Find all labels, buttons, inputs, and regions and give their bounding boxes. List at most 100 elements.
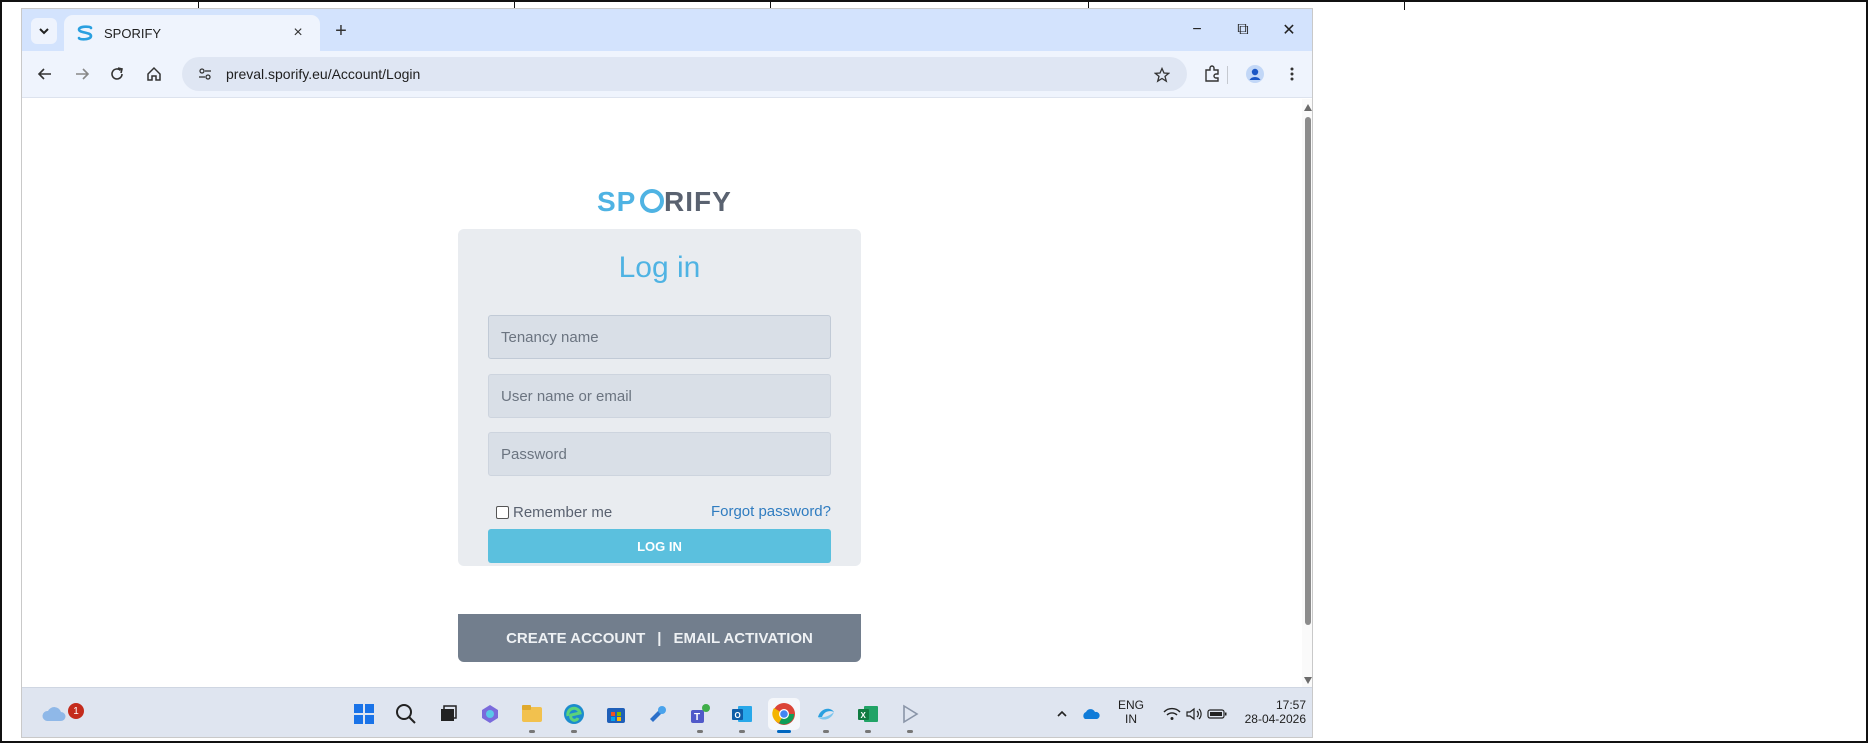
notification-badge: 1 <box>68 703 84 719</box>
running-indicator <box>571 730 577 733</box>
tab-sporify[interactable]: SPORIFY × <box>64 15 320 51</box>
search-button[interactable] <box>390 698 422 730</box>
password-input[interactable] <box>488 432 831 476</box>
table-divider <box>1404 2 1405 10</box>
weather-widget[interactable]: 1 <box>38 698 84 730</box>
login-card: Log in Remember me Forgot password? LOG … <box>458 229 861 566</box>
teams-icon: T <box>691 704 710 723</box>
chrome-app[interactable] <box>768 698 800 733</box>
browser-menu-button[interactable] <box>1277 59 1307 89</box>
task-view-button[interactable] <box>432 698 464 730</box>
svg-text:O: O <box>735 711 741 720</box>
active-indicator <box>777 730 791 733</box>
tool-app[interactable] <box>642 698 674 730</box>
forgot-password-link[interactable]: Forgot password? <box>711 503 831 520</box>
language-indicator[interactable]: ENG IN <box>1116 698 1146 726</box>
remember-me-checkbox[interactable]: Remember me <box>496 504 612 521</box>
url-domain: preval.sporify.eu <box>226 66 328 82</box>
site-settings-icon[interactable] <box>194 63 216 85</box>
excel-icon: X <box>858 706 878 722</box>
sporify-logo: SP RIFY <box>597 183 737 219</box>
remember-me-label: Remember me <box>513 504 613 521</box>
copilot-app[interactable] <box>474 698 506 730</box>
sporify-favicon-icon <box>77 25 93 41</box>
battery-icon <box>1207 709 1227 719</box>
onedrive-button[interactable] <box>1078 698 1104 730</box>
page-content: SP RIFY Log in Remember me Forgot passwo… <box>22 99 1302 687</box>
wifi-icon <box>1163 707 1181 720</box>
back-button[interactable] <box>30 59 60 89</box>
start-button[interactable] <box>348 698 380 730</box>
arrow-right-icon <box>76 68 90 80</box>
sporify-logo-icon: SP RIFY <box>597 186 732 217</box>
language-code: ENG <box>1117 698 1144 712</box>
running-indicator <box>907 730 913 733</box>
store-icon <box>607 708 625 723</box>
new-tab-button[interactable]: + <box>328 18 354 44</box>
extensions-button[interactable] <box>1197 59 1227 89</box>
store-app[interactable] <box>600 698 632 730</box>
weather-cloud-icon <box>42 707 66 721</box>
taskbar: 1 T O X ENG IN 17:57 28-04-2026 <box>22 687 1312 737</box>
profile-button[interactable] <box>1240 59 1270 89</box>
svg-text:T: T <box>694 712 700 723</box>
bookmark-star-icon[interactable] <box>1151 64 1173 86</box>
svg-text:X: X <box>861 711 867 720</box>
show-hidden-icons-button[interactable] <box>1050 698 1074 730</box>
url-path: /Account/Login <box>327 66 421 82</box>
username-input[interactable] <box>488 374 831 418</box>
scrollbar-thumb[interactable] <box>1305 117 1311 625</box>
checkbox-box[interactable] <box>496 506 509 519</box>
scroll-up-icon[interactable] <box>1304 104 1312 111</box>
browser-window: SPORIFY × + − ⧉ ✕ preval.sporify.eu/Acco… <box>21 8 1313 738</box>
media-app[interactable] <box>894 698 926 733</box>
windows-icon <box>354 704 374 724</box>
clock-date: 28-04-2026 <box>1244 712 1306 726</box>
excel-app[interactable]: X <box>852 698 884 733</box>
teams-app[interactable]: T <box>684 698 716 733</box>
running-indicator <box>697 730 703 733</box>
tenancy-name-input[interactable] <box>488 315 831 359</box>
outlook-app[interactable]: O <box>726 698 758 733</box>
copilot-icon <box>482 705 498 723</box>
login-heading: Log in <box>618 251 701 284</box>
reload-button[interactable] <box>102 59 132 89</box>
sporify-app-icon <box>818 708 834 720</box>
email-activation-link[interactable]: EMAIL ACTIVATION <box>673 630 812 647</box>
tab-search-button[interactable] <box>31 18 57 44</box>
scroll-down-icon[interactable] <box>1304 677 1312 684</box>
outlook-icon: O <box>732 706 752 722</box>
clock-time: 17:57 <box>1275 698 1306 712</box>
task-view-icon <box>441 705 457 721</box>
edge-icon <box>564 704 584 724</box>
login-button[interactable]: LOG IN <box>488 529 831 563</box>
restore-button[interactable]: ⧉ <box>1220 9 1266 51</box>
home-button[interactable] <box>139 59 169 89</box>
home-icon <box>147 66 161 81</box>
sporify-app[interactable] <box>810 698 842 733</box>
avatar-icon <box>1246 65 1264 83</box>
close-window-button[interactable]: ✕ <box>1266 9 1312 51</box>
volume-icon <box>1186 707 1202 721</box>
minimize-button[interactable]: − <box>1174 9 1220 51</box>
toolbar-separator <box>1227 66 1228 84</box>
address-bar[interactable]: preval.sporify.eu/Account/Login <box>182 57 1187 91</box>
svg-text:SP: SP <box>597 186 636 217</box>
arrow-left-icon <box>37 68 51 80</box>
reload-icon <box>111 67 123 80</box>
file-explorer-app[interactable] <box>516 698 548 733</box>
clock[interactable]: 17:57 28-04-2026 <box>1230 698 1306 726</box>
create-account-link[interactable]: CREATE ACCOUNT <box>506 630 645 647</box>
chrome-icon <box>772 703 795 725</box>
running-indicator <box>823 730 829 733</box>
close-tab-icon[interactable]: × <box>288 24 308 42</box>
svg-text:RIFY: RIFY <box>664 186 732 217</box>
language-region: IN <box>1125 712 1137 726</box>
browser-toolbar: preval.sporify.eu/Account/Login <box>22 51 1312 98</box>
tab-title: SPORIFY <box>104 25 162 41</box>
quick-settings-button[interactable] <box>1160 698 1230 730</box>
edge-app[interactable] <box>558 698 590 733</box>
card-footer: CREATE ACCOUNT | EMAIL ACTIVATION <box>458 614 861 662</box>
forward-button[interactable] <box>67 59 97 89</box>
vertical-scrollbar[interactable] <box>1302 99 1312 687</box>
